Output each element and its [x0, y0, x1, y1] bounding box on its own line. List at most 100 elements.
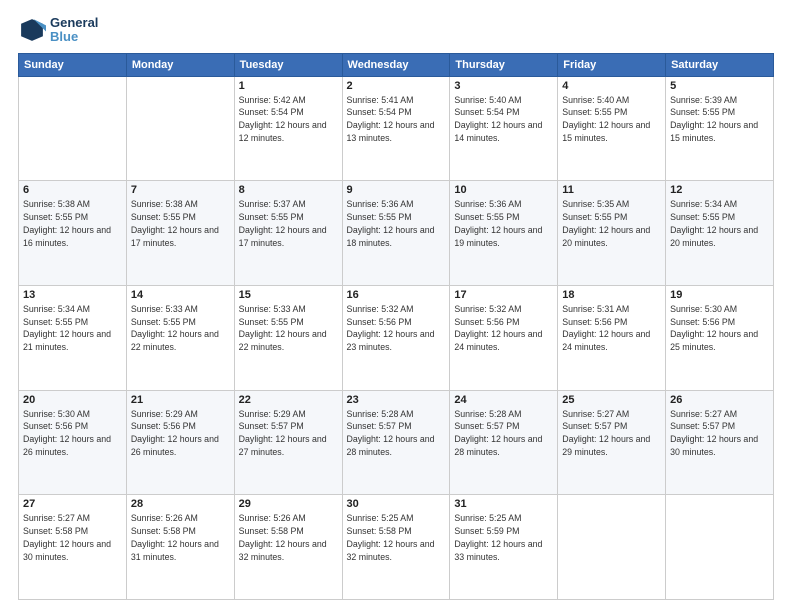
- day-number: 5: [670, 80, 769, 92]
- day-number: 18: [562, 289, 661, 301]
- calendar-cell: 9 Sunrise: 5:36 AM Sunset: 5:55 PM Daylig…: [342, 181, 450, 286]
- day-number: 9: [347, 184, 446, 196]
- day-info: Sunrise: 5:27 AM Sunset: 5:58 PM Dayligh…: [23, 512, 122, 563]
- calendar-header-monday: Monday: [126, 53, 234, 76]
- day-info: Sunrise: 5:32 AM Sunset: 5:56 PM Dayligh…: [347, 303, 446, 354]
- calendar-cell: 3 Sunrise: 5:40 AM Sunset: 5:54 PM Daylig…: [450, 76, 558, 181]
- page: GeneralBlue SundayMondayTuesdayWednesday…: [0, 0, 792, 612]
- calendar-cell: 26Sunrise: 5:27 AM Sunset: 5:57 PM Dayli…: [666, 390, 774, 495]
- calendar-cell: 18 Sunrise: 5:31 AM Sunset: 5:56 PM Dayli…: [558, 285, 666, 390]
- day-info: Sunrise: 5:38 AM Sunset: 5:55 PM Dayligh…: [23, 198, 122, 249]
- day-info: Sunrise: 5:31 AM Sunset: 5:56 PM Dayligh…: [562, 303, 661, 354]
- day-number: 1: [239, 80, 338, 92]
- calendar-week-row: 20Sunrise: 5:30 AM Sunset: 5:56 PM Dayli…: [19, 390, 774, 495]
- calendar-cell: 31 Sunrise: 5:25 AM Sunset: 5:59 PM Dayli…: [450, 495, 558, 600]
- calendar-cell: 24 Sunrise: 5:28 AM Sunset: 5:57 PM Dayli…: [450, 390, 558, 495]
- day-info: Sunrise: 5:36 AM Sunset: 5:55 PM Dayligh…: [347, 198, 446, 249]
- header: GeneralBlue: [18, 16, 774, 45]
- calendar-cell: 27 Sunrise: 5:27 AM Sunset: 5:58 PM Dayli…: [19, 495, 127, 600]
- day-number: 11: [562, 184, 661, 196]
- calendar-cell: 6 Sunrise: 5:38 AM Sunset: 5:55 PM Daylig…: [19, 181, 127, 286]
- calendar-cell: 16 Sunrise: 5:32 AM Sunset: 5:56 PM Dayli…: [342, 285, 450, 390]
- day-number: 10: [454, 184, 553, 196]
- day-number: 25: [562, 394, 661, 406]
- day-number: 30: [347, 498, 446, 510]
- calendar-week-row: 6 Sunrise: 5:38 AM Sunset: 5:55 PM Daylig…: [19, 181, 774, 286]
- calendar-header-thursday: Thursday: [450, 53, 558, 76]
- day-number: 31: [454, 498, 553, 510]
- day-info: Sunrise: 5:42 AM Sunset: 5:54 PM Dayligh…: [239, 94, 338, 145]
- calendar-cell: 30 Sunrise: 5:25 AM Sunset: 5:58 PM Dayli…: [342, 495, 450, 600]
- calendar-header-friday: Friday: [558, 53, 666, 76]
- day-number: 8: [239, 184, 338, 196]
- calendar-cell: [558, 495, 666, 600]
- calendar-cell: 28Sunrise: 5:26 AM Sunset: 5:58 PM Dayli…: [126, 495, 234, 600]
- calendar-cell: 22 Sunrise: 5:29 AM Sunset: 5:57 PM Dayli…: [234, 390, 342, 495]
- calendar-header-wednesday: Wednesday: [342, 53, 450, 76]
- day-info: Sunrise: 5:33 AM Sunset: 5:55 PM Dayligh…: [131, 303, 230, 354]
- calendar-cell: 20Sunrise: 5:30 AM Sunset: 5:56 PM Dayli…: [19, 390, 127, 495]
- day-info: Sunrise: 5:38 AM Sunset: 5:55 PM Dayligh…: [131, 198, 230, 249]
- calendar-week-row: 13 Sunrise: 5:34 AM Sunset: 5:55 PM Dayli…: [19, 285, 774, 390]
- calendar-cell: 14 Sunrise: 5:33 AM Sunset: 5:55 PM Dayli…: [126, 285, 234, 390]
- day-number: 27: [23, 498, 122, 510]
- calendar-cell: 29 Sunrise: 5:26 AM Sunset: 5:58 PM Dayli…: [234, 495, 342, 600]
- day-number: 6: [23, 184, 122, 196]
- day-info: Sunrise: 5:39 AM Sunset: 5:55 PM Dayligh…: [670, 94, 769, 145]
- day-info: Sunrise: 5:25 AM Sunset: 5:58 PM Dayligh…: [347, 512, 446, 563]
- calendar-cell: 5 Sunrise: 5:39 AM Sunset: 5:55 PM Daylig…: [666, 76, 774, 181]
- day-info: Sunrise: 5:37 AM Sunset: 5:55 PM Dayligh…: [239, 198, 338, 249]
- day-number: 14: [131, 289, 230, 301]
- calendar-cell: 25 Sunrise: 5:27 AM Sunset: 5:57 PM Dayli…: [558, 390, 666, 495]
- calendar-cell: [666, 495, 774, 600]
- day-number: 20: [23, 394, 122, 406]
- day-number: 16: [347, 289, 446, 301]
- calendar-header-row: SundayMondayTuesdayWednesdayThursdayFrid…: [19, 53, 774, 76]
- day-info: Sunrise: 5:30 AM Sunset: 5:56 PM Dayligh…: [670, 303, 769, 354]
- calendar-header-tuesday: Tuesday: [234, 53, 342, 76]
- calendar-cell: 8 Sunrise: 5:37 AM Sunset: 5:55 PM Daylig…: [234, 181, 342, 286]
- day-number: 2: [347, 80, 446, 92]
- day-number: 22: [239, 394, 338, 406]
- calendar-cell: 15 Sunrise: 5:33 AM Sunset: 5:55 PM Dayli…: [234, 285, 342, 390]
- day-number: 21: [131, 394, 230, 406]
- day-info: Sunrise: 5:34 AM Sunset: 5:55 PM Dayligh…: [23, 303, 122, 354]
- calendar-cell: 17Sunrise: 5:32 AM Sunset: 5:56 PM Dayli…: [450, 285, 558, 390]
- day-info: Sunrise: 5:27 AM Sunset: 5:57 PM Dayligh…: [562, 408, 661, 459]
- day-number: 4: [562, 80, 661, 92]
- calendar-cell: 21Sunrise: 5:29 AM Sunset: 5:56 PM Dayli…: [126, 390, 234, 495]
- day-info: Sunrise: 5:26 AM Sunset: 5:58 PM Dayligh…: [239, 512, 338, 563]
- calendar-cell: 10Sunrise: 5:36 AM Sunset: 5:55 PM Dayli…: [450, 181, 558, 286]
- day-number: 12: [670, 184, 769, 196]
- day-number: 19: [670, 289, 769, 301]
- day-number: 13: [23, 289, 122, 301]
- day-info: Sunrise: 5:28 AM Sunset: 5:57 PM Dayligh…: [454, 408, 553, 459]
- day-info: Sunrise: 5:34 AM Sunset: 5:55 PM Dayligh…: [670, 198, 769, 249]
- day-number: 23: [347, 394, 446, 406]
- calendar-cell: 12 Sunrise: 5:34 AM Sunset: 5:55 PM Dayli…: [666, 181, 774, 286]
- calendar-week-row: 27 Sunrise: 5:27 AM Sunset: 5:58 PM Dayli…: [19, 495, 774, 600]
- day-info: Sunrise: 5:27 AM Sunset: 5:57 PM Dayligh…: [670, 408, 769, 459]
- calendar-cell: 19 Sunrise: 5:30 AM Sunset: 5:56 PM Dayli…: [666, 285, 774, 390]
- day-info: Sunrise: 5:33 AM Sunset: 5:55 PM Dayligh…: [239, 303, 338, 354]
- calendar-table: SundayMondayTuesdayWednesdayThursdayFrid…: [18, 53, 774, 600]
- day-number: 7: [131, 184, 230, 196]
- calendar-header-sunday: Sunday: [19, 53, 127, 76]
- day-number: 28: [131, 498, 230, 510]
- calendar-cell: [19, 76, 127, 181]
- day-info: Sunrise: 5:41 AM Sunset: 5:54 PM Dayligh…: [347, 94, 446, 145]
- day-number: 29: [239, 498, 338, 510]
- day-number: 3: [454, 80, 553, 92]
- calendar-week-row: 1 Sunrise: 5:42 AM Sunset: 5:54 PM Daylig…: [19, 76, 774, 181]
- calendar-header-saturday: Saturday: [666, 53, 774, 76]
- day-info: Sunrise: 5:25 AM Sunset: 5:59 PM Dayligh…: [454, 512, 553, 563]
- day-info: Sunrise: 5:29 AM Sunset: 5:57 PM Dayligh…: [239, 408, 338, 459]
- calendar-cell: 13 Sunrise: 5:34 AM Sunset: 5:55 PM Dayli…: [19, 285, 127, 390]
- day-number: 17: [454, 289, 553, 301]
- calendar-cell: 1 Sunrise: 5:42 AM Sunset: 5:54 PM Daylig…: [234, 76, 342, 181]
- day-number: 15: [239, 289, 338, 301]
- calendar-cell: [126, 76, 234, 181]
- day-info: Sunrise: 5:40 AM Sunset: 5:54 PM Dayligh…: [454, 94, 553, 145]
- day-number: 24: [454, 394, 553, 406]
- calendar-cell: 4Sunrise: 5:40 AM Sunset: 5:55 PM Daylig…: [558, 76, 666, 181]
